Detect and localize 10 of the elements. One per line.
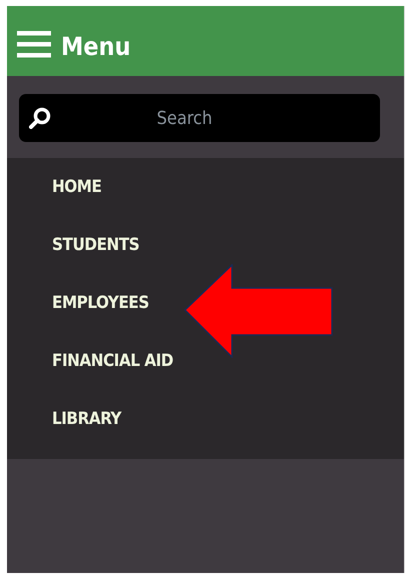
menu-item[interactable]: FINANCIAL AID [52, 343, 174, 401]
menu-item[interactable]: EMPLOYEES [52, 285, 149, 343]
search-icon [29, 107, 51, 129]
arrow-icon [184, 264, 334, 358]
menu-icon[interactable] [17, 30, 51, 58]
menu-item[interactable]: STUDENTS [52, 227, 140, 285]
menu-item[interactable]: LIBRARY [52, 401, 122, 447]
menu-item[interactable]: HOME [52, 169, 102, 227]
search-field[interactable]: Search [19, 94, 380, 142]
menu-title: Menu [61, 32, 131, 60]
